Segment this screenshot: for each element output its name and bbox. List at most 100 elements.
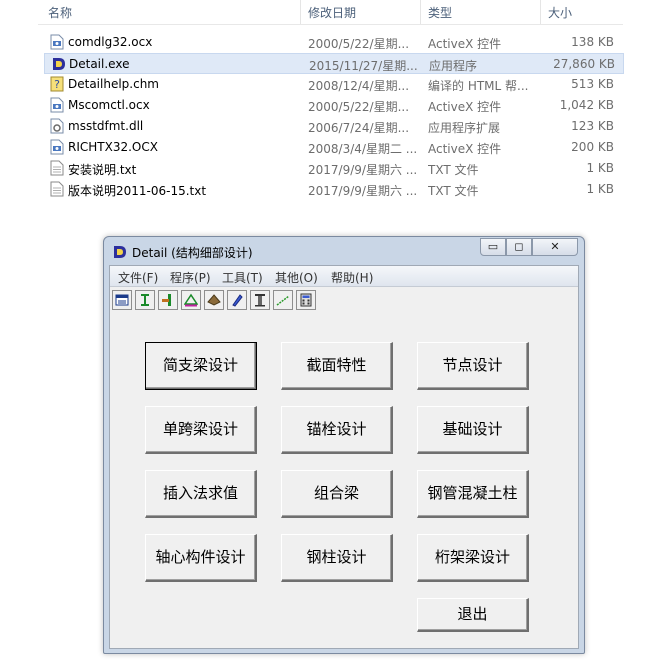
- file-name: comdlg32.ocx: [68, 35, 153, 49]
- steel-column-design-button[interactable]: 钢柱设计: [281, 534, 393, 582]
- dll-file-icon: [50, 118, 64, 134]
- file-size: 200 KB: [571, 140, 614, 154]
- file-row[interactable]: 安装说明.txt 2017/9/9/星期六 ... TXT 文件 1 KB: [38, 158, 623, 179]
- file-name: Detail.exe: [69, 57, 130, 71]
- title-bar[interactable]: Detail (结构细部设计) ▭ ◻ ✕: [104, 237, 584, 265]
- footing-icon: [207, 294, 221, 306]
- menu-tools[interactable]: 工具(T): [222, 269, 263, 286]
- composite-beam-button[interactable]: 组合梁: [281, 470, 393, 518]
- detail-app-icon: [51, 56, 65, 72]
- maximize-button[interactable]: ◻: [506, 238, 532, 256]
- file-size: 1 KB: [586, 182, 614, 196]
- section-properties-button[interactable]: 截面特性: [281, 342, 393, 390]
- column-header: ⌃ 名称 修改日期 类型 大小: [38, 0, 623, 25]
- column-separator[interactable]: [300, 0, 301, 24]
- foundation-design-button[interactable]: 基础设计: [417, 406, 529, 454]
- column-size-header[interactable]: 大小: [548, 4, 572, 21]
- file-date: 2017/9/9/星期六 ...: [308, 184, 418, 198]
- file-date: 2015/11/27/星期...: [309, 59, 418, 73]
- single-span-beam-design-button[interactable]: 单跨梁设计: [145, 406, 257, 454]
- truss-icon: [184, 293, 198, 307]
- svg-text:?: ?: [54, 78, 60, 91]
- close-icon: ✕: [550, 240, 560, 253]
- file-date: 2017/9/9/星期六 ...: [308, 163, 418, 177]
- column-joint-icon: [162, 294, 171, 306]
- file-size: 27,860 KB: [553, 57, 615, 71]
- file-row[interactable]: 版本说明2011-06-15.txt 2017/9/9/星期六 ... TXT 文件…: [38, 179, 623, 200]
- help-file-icon: ?: [50, 76, 64, 92]
- menu-help[interactable]: 帮助(H): [331, 269, 373, 286]
- file-name: RICHTX32.OCX: [68, 140, 158, 154]
- column-type-header[interactable]: 类型: [428, 4, 452, 21]
- text-file-icon: [50, 181, 64, 197]
- interpolation-button[interactable]: 插入法求值: [145, 470, 257, 518]
- file-size: 123 KB: [571, 119, 614, 133]
- file-type: ActiveX 控件: [428, 37, 502, 51]
- file-type: 应用程序: [429, 59, 478, 73]
- file-type: ActiveX 控件: [428, 142, 502, 156]
- toolbar-joint-button[interactable]: [158, 290, 178, 310]
- file-row[interactable]: Detail.exe 2015/11/27/星期... 应用程序 27,860 KB: [44, 53, 624, 74]
- column-date-header[interactable]: 修改日期: [308, 4, 356, 21]
- axial-member-design-button[interactable]: 轴心构件设计: [145, 534, 257, 582]
- file-list: ⌃ 名称 修改日期 类型 大小 comdlg32.ocx 2000/5/22/星期…: [38, 0, 624, 210]
- file-date: 2006/7/24/星期...: [308, 121, 410, 135]
- text-file-icon: [50, 160, 64, 176]
- detail-app-icon[interactable]: [112, 244, 128, 260]
- toolbar-form-button[interactable]: [112, 290, 132, 310]
- ocx-file-icon: [50, 139, 64, 155]
- file-row[interactable]: msstdfmt.dll 2006/7/24/星期... 应用程序扩展 123 KB: [38, 116, 623, 137]
- joint-design-button[interactable]: 节点设计: [417, 342, 529, 390]
- minimize-button[interactable]: ▭: [480, 238, 506, 256]
- file-row[interactable]: Mscomctl.ocx 2000/5/22/星期... ActiveX 控件 1,0…: [38, 95, 623, 116]
- file-type: 编译的 HTML 帮...: [428, 79, 529, 93]
- concrete-filled-tube-column-button[interactable]: 钢管混凝土柱: [417, 470, 529, 518]
- simple-beam-design-button[interactable]: 简支梁设计: [145, 342, 257, 390]
- form-icon: [115, 294, 129, 306]
- exit-button[interactable]: 退出: [417, 598, 529, 632]
- detail-window: Detail (结构细部设计) ▭ ◻ ✕ 文件(F) 程序(P) 工具(T) …: [103, 236, 585, 654]
- file-type: TXT 文件: [428, 163, 479, 177]
- truss-beam-design-button[interactable]: 桁架梁设计: [417, 534, 529, 582]
- column-separator[interactable]: [420, 0, 421, 24]
- toolbar-steel-column-button[interactable]: [250, 290, 270, 310]
- file-name: 版本说明2011-06-15.txt: [68, 184, 207, 198]
- sort-caret-icon: ⌃: [166, 0, 174, 6]
- menu-file[interactable]: 文件(F): [118, 269, 158, 286]
- ruler-icon: [276, 295, 290, 306]
- file-type: 应用程序扩展: [428, 121, 501, 135]
- file-name: Detailhelp.chm: [68, 77, 159, 91]
- anchor-bolt-design-button[interactable]: 锚栓设计: [281, 406, 393, 454]
- menu-other[interactable]: 其他(O): [275, 269, 318, 286]
- toolbar-pen-button[interactable]: [227, 290, 247, 310]
- file-row[interactable]: RICHTX32.OCX 2008/3/4/星期二 ... ActiveX 控件 20…: [38, 137, 623, 158]
- toolbar-calc-button[interactable]: [296, 290, 316, 310]
- file-type: ActiveX 控件: [428, 100, 502, 114]
- toolbar-ibeam-button[interactable]: [135, 290, 155, 310]
- menu-program[interactable]: 程序(P): [170, 269, 211, 286]
- file-name: msstdfmt.dll: [68, 119, 144, 133]
- file-date: 2000/5/22/星期...: [308, 100, 410, 114]
- file-row[interactable]: ? Detailhelp.chm 2008/12/4/星期... 编译的 HTML 帮…: [38, 74, 623, 95]
- file-size: 513 KB: [571, 77, 614, 91]
- menu-bar: 文件(F) 程序(P) 工具(T) 其他(O) 帮助(H): [110, 266, 578, 287]
- minimize-icon: ▭: [487, 240, 499, 253]
- pen-icon: [232, 294, 243, 307]
- window-title: Detail (结构细部设计): [132, 246, 253, 260]
- client-area: 文件(F) 程序(P) 工具(T) 其他(O) 帮助(H) 简支梁设计 截面特性…: [109, 265, 579, 649]
- close-button[interactable]: ✕: [532, 238, 578, 256]
- steel-column-icon: [255, 294, 265, 307]
- file-row[interactable]: comdlg32.ocx 2000/5/22/星期... ActiveX 控件 138…: [38, 32, 623, 53]
- calculator-icon: [300, 293, 312, 307]
- toolbar-footing-button[interactable]: [204, 290, 224, 310]
- file-name: Mscomctl.ocx: [68, 98, 150, 112]
- file-type: TXT 文件: [428, 184, 479, 198]
- file-date: 2008/12/4/星期...: [308, 79, 410, 93]
- file-size: 138 KB: [571, 35, 614, 49]
- toolbar-truss-button[interactable]: [181, 290, 201, 310]
- ocx-file-icon: [50, 97, 64, 113]
- column-separator[interactable]: [540, 0, 541, 24]
- toolbar-ruler-button[interactable]: [273, 290, 293, 310]
- file-size: 1 KB: [586, 161, 614, 175]
- column-name-header[interactable]: 名称: [48, 4, 72, 21]
